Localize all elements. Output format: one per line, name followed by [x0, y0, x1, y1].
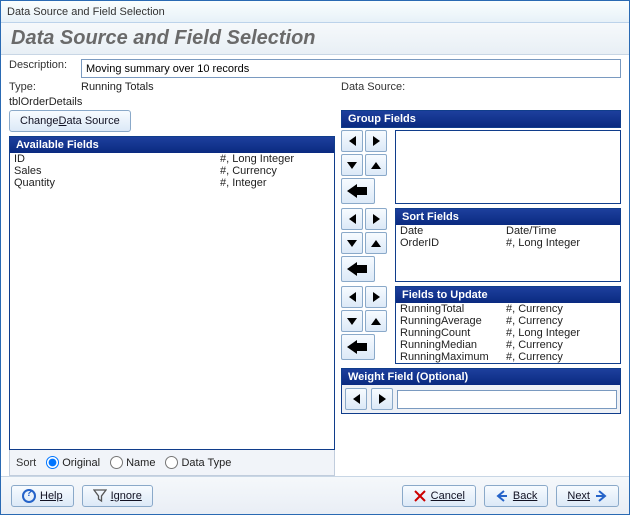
list-item[interactable]: Sales#, Currency	[10, 165, 334, 177]
arrow-left-icon	[347, 262, 369, 276]
sort-original-radio[interactable]: Original	[46, 456, 100, 469]
sort-name-radio[interactable]: Name	[110, 456, 155, 469]
update-fields-list[interactable]: RunningTotal#, CurrencyRunningAverage#, …	[396, 303, 620, 363]
triangle-left-icon	[353, 394, 360, 404]
weight-field-title: Weight Field (Optional)	[342, 369, 620, 385]
ignore-button[interactable]: Ignore	[82, 485, 153, 507]
sort-fields-title: Sort Fields	[396, 209, 620, 225]
cancel-icon	[413, 489, 427, 503]
help-icon	[22, 489, 36, 503]
cancel-button[interactable]: Cancel	[402, 485, 476, 507]
update-move-right-button[interactable]	[365, 286, 387, 308]
update-move-left-button[interactable]	[341, 286, 363, 308]
list-item[interactable]: Quantity#, Integer	[10, 177, 334, 189]
window-title: Data Source and Field Selection	[7, 6, 165, 18]
available-sort-bar: Sort Original Name Data Type	[9, 450, 335, 476]
filter-icon	[93, 489, 107, 503]
triangle-down-icon	[347, 318, 357, 325]
weight-field-panel: Weight Field (Optional)	[341, 368, 621, 414]
triangle-up-icon	[371, 240, 381, 247]
available-fields-list[interactable]: ID#, Long IntegerSales#, CurrencyQuantit…	[10, 153, 334, 449]
group-move-up-button[interactable]	[365, 154, 387, 176]
triangle-left-icon	[349, 136, 356, 146]
weight-prev-button[interactable]	[345, 388, 367, 410]
update-fields-arrows	[341, 286, 391, 364]
list-item[interactable]: RunningMaximum#, Currency	[396, 351, 620, 363]
sort-datatype-radio[interactable]: Data Type	[165, 456, 231, 469]
back-button[interactable]: Back	[484, 485, 548, 507]
sort-move-left-button[interactable]	[341, 208, 363, 230]
triangle-right-icon	[373, 214, 380, 224]
sort-remove-button[interactable]	[341, 256, 375, 282]
list-item[interactable]: ID#, Long Integer	[10, 153, 334, 165]
next-button[interactable]: Next	[556, 485, 619, 507]
sort-move-right-button[interactable]	[365, 208, 387, 230]
wizard-footer: Help Ignore Cancel Back Next	[1, 476, 629, 514]
group-remove-button[interactable]	[341, 178, 375, 204]
list-item[interactable]: DateDate/Time	[396, 225, 620, 237]
triangle-right-icon	[373, 136, 380, 146]
triangle-down-icon	[347, 240, 357, 247]
update-move-down-button[interactable]	[341, 310, 363, 332]
sort-label: Sort	[16, 457, 36, 469]
arrow-left-icon	[347, 340, 369, 354]
sort-fields-panel: Sort Fields DateDate/TimeOrderID#, Long …	[395, 208, 621, 282]
triangle-up-icon	[371, 318, 381, 325]
group-fields-arrows	[341, 130, 391, 204]
weight-next-button[interactable]	[371, 388, 393, 410]
arrow-left-icon	[495, 489, 509, 503]
group-move-right-button[interactable]	[365, 130, 387, 152]
group-fields-panel	[395, 130, 621, 204]
update-move-up-button[interactable]	[365, 310, 387, 332]
weight-field-input[interactable]	[397, 390, 617, 409]
triangle-left-icon	[349, 292, 356, 302]
group-move-left-button[interactable]	[341, 130, 363, 152]
update-fields-panel: Fields to Update RunningTotal#, Currency…	[395, 286, 621, 364]
sort-fields-arrows	[341, 208, 391, 282]
help-button[interactable]: Help	[11, 485, 74, 507]
window-titlebar: Data Source and Field Selection	[1, 1, 629, 23]
group-fields-title: Group Fields	[342, 111, 620, 127]
arrow-left-icon	[347, 184, 369, 198]
sort-move-down-button[interactable]	[341, 232, 363, 254]
sort-fields-list[interactable]: DateDate/TimeOrderID#, Long Integer	[396, 225, 620, 281]
arrow-right-icon	[594, 489, 608, 503]
page-title: Data Source and Field Selection	[1, 23, 629, 55]
datasource-value: tblOrderDetails	[9, 96, 81, 108]
description-label: Description:	[9, 59, 81, 78]
triangle-up-icon	[371, 162, 381, 169]
group-move-down-button[interactable]	[341, 154, 363, 176]
available-fields-panel: Available Fields ID#, Long IntegerSales#…	[9, 136, 335, 450]
update-fields-title: Fields to Update	[396, 287, 620, 303]
datasource-label: Data Source:	[341, 81, 621, 93]
type-value: Running Totals	[81, 81, 331, 93]
list-item[interactable]: OrderID#, Long Integer	[396, 237, 620, 249]
list-item[interactable]: RunningTotal#, Currency	[396, 303, 620, 315]
list-item[interactable]: RunningAverage#, Currency	[396, 315, 620, 327]
triangle-down-icon	[347, 162, 357, 169]
triangle-right-icon	[379, 394, 386, 404]
change-data-source-button[interactable]: Change Data Source	[9, 110, 131, 132]
update-remove-button[interactable]	[341, 334, 375, 360]
type-label: Type:	[9, 81, 81, 93]
sort-move-up-button[interactable]	[365, 232, 387, 254]
available-fields-title: Available Fields	[10, 137, 334, 153]
list-item[interactable]: RunningMedian#, Currency	[396, 339, 620, 351]
group-fields-list[interactable]	[396, 131, 620, 203]
list-item[interactable]: RunningCount#, Long Integer	[396, 327, 620, 339]
triangle-right-icon	[373, 292, 380, 302]
triangle-left-icon	[349, 214, 356, 224]
description-input[interactable]	[81, 59, 621, 78]
